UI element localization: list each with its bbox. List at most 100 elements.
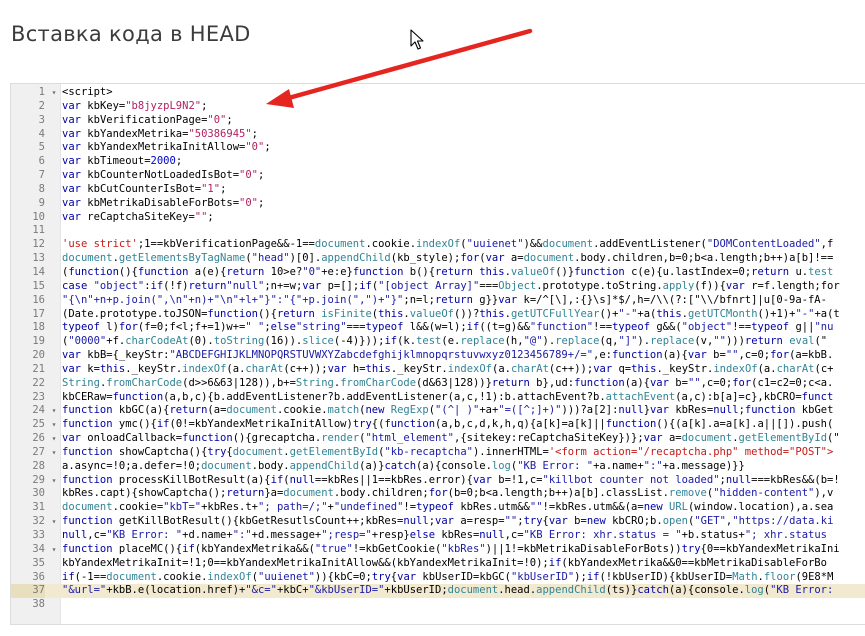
code-line[interactable]: 12 'use strict';1==kbVerificationPage&&-1… [11,238,865,252]
code-token: (kb_style); [390,252,461,265]
code-line[interactable]: 36 if(-1==document.cookie.indexOf("uuiene… [11,571,865,585]
code-line[interactable]: 28 a.async=!0;a.defer=!0;document.body.ap… [11,460,865,474]
code-token: return [226,265,271,278]
code-line[interactable]: 37 "&url="+kbB.e(location.href)+"&c="+kbC… [11,584,865,599]
code-token: (c++)); [548,362,594,375]
fold-triangle-icon[interactable]: ▾ [49,515,59,529]
code-editor[interactable]: 1 ▾ <script> 2 var kbKey="b8jyzpL9N2"; 3 var k… [10,83,865,625]
fold-triangle-icon[interactable]: ▾ [49,446,59,460]
code-token: (c1=c2=0;c<a. [751,376,834,389]
code-line[interactable]: 27 ▾ function showCaptcha(){try{document.g… [11,446,865,460]
fold-triangle-icon[interactable]: ▾ [49,432,59,446]
code-line[interactable]: 4 var kbYandexMetrika="50386945"; [11,128,865,142]
code-token: function [62,473,119,486]
code-token: var [725,279,752,292]
code-line[interactable]: 33 null,c="KB Error: "+d.name+":"+d.messa… [11,529,865,543]
code-line[interactable]: 22 String.fromCharCode(d>>6&63|128)),b+=S… [11,377,865,391]
code-token: (a. [226,362,246,375]
code-token: try [523,515,543,528]
code-text: var k=this._keyStr.indexOf(a.charAt(c++)… [62,363,833,377]
code-token: valueOf [409,307,455,320]
code-line[interactable]: 25 ▾ function ymc(){if(0!=kbYandexMetrikaI… [11,418,865,432]
code-token: (0). [188,335,214,348]
code-line[interactable]: 16 "{\n"+n+p.join(",\n"+n)+"\n"+l+"}":"{"… [11,294,865,308]
code-token: getUTCMonth [687,307,758,320]
code-token: kbMetrikaDisableForBots= [87,196,240,209]
code-line[interactable]: 7 var kbCounterNotLoadedIsBot="0"; [11,169,865,183]
code-token: +resp} [371,529,410,541]
code-text: ("0000"+f.charCodeAt(0).toString(16)).sl… [62,335,827,349]
code-token: slice [302,335,334,348]
code-line[interactable]: 23 kbCERaw=function(a,b,c){b.addEventList… [11,391,865,405]
line-number: 13 [32,252,45,265]
code-line[interactable]: 9 var kbMetrikaDisableForBots="0"; [11,197,865,211]
code-line[interactable]: 8 var kbCutCounterIsBot="1"; [11,183,865,197]
code-token: ()} [555,265,575,278]
code-token: "0" [302,265,322,278]
code-token: (a)} [359,459,385,472]
code-text: function ymc(){if(0!=kbYandexMetrikaInit… [62,418,833,432]
code-text: var onloadCallback=function(){grecaptcha… [62,432,840,446]
code-token: typeof [365,321,410,334]
code-token: (a,b,c,d,k,h,q){a[k]=a[k]|| [435,418,606,431]
code-token: )){kbC=0; [314,570,372,583]
code-line[interactable]: 38 [11,598,865,612]
code-line[interactable]: 11 [11,224,865,238]
code-token: (c++)); [283,362,328,375]
code-line[interactable]: 15 case "object":if(!f)return"null";n+=w;… [11,280,865,294]
code-token: kbKey= [87,99,126,112]
code-line[interactable]: 34 ▾ function placeMC(){if(kbYandexMetrika… [11,543,865,557]
code-token: ). [637,335,651,348]
code-token: indexOf [416,238,461,251]
fold-triangle-icon[interactable]: ▾ [49,543,59,557]
code-line[interactable]: 30 kbRes.capt){showCaptcha();return}a=doc… [11,487,865,501]
code-line[interactable]: 6 var kbTimeout=2000; [11,155,865,169]
line-number: 25 [32,418,45,431]
code-token: reCaptchaSiteKey= [87,210,195,223]
code-line[interactable]: 20 var kbB={_keyStr:"ABCDEFGHIJKLMNOPQRST… [11,349,865,363]
fold-triangle-icon[interactable]: ▾ [49,404,59,418]
code-token: (" [827,432,840,445]
code-token: ; [207,210,214,223]
code-token: (d>>6&63|128)),b+= [182,376,296,389]
code-token: .cookie= [112,501,164,514]
code-token: charAt [776,362,815,375]
code-line[interactable]: 19 ("0000"+f.charCodeAt(0).toString(16)).… [11,335,865,349]
code-text: (Date.prototype.toJSON=function(){return… [62,308,840,322]
code-line[interactable]: 17 (Date.prototype.toJSON=function(){retu… [11,308,865,322]
code-token: function [62,515,119,528]
fold-triangle-icon[interactable]: ▾ [49,418,59,432]
code-token: function [62,418,119,431]
code-line[interactable]: 13 document.getElementsByTagName("head")[… [11,252,865,266]
code-line[interactable]: 21 var k=this._keyStr.indexOf(a.charAt(c+… [11,363,865,377]
code-token: (f=0;f<l;f+=1)w+= [137,321,246,334]
code-line[interactable]: 35 kbYandexMetrikaInit=!1;0==kbYandexMetr… [11,557,865,571]
code-line[interactable]: 32 ▾ function getKillBotResult(){kbGetResu… [11,515,865,529]
code-token: "50386945" [188,127,252,140]
code-line[interactable]: 14 (function(){function a(e){return 10>e?… [11,266,865,280]
code-token: document [62,252,113,265]
page-title: Вставка кода в HEAD [11,22,251,46]
code-token: "{\n"+n+p.join(",\n"+n)+"\n"+l+"}":"{"+p… [62,293,404,306]
code-line[interactable]: 10 var reCaptchaSiteKey=""; [11,211,865,225]
code-line[interactable]: 31 document.cookie="kbT="+kbRes.t+"; path… [11,501,865,515]
code-token: var [62,349,88,362]
code-line[interactable]: 29 ▾ function processKillBotResult(a){if(n… [11,474,865,488]
code-line[interactable]: 24 ▾ function kbGC(a){return(a=document.co… [11,404,865,418]
code-token: "1" [201,182,221,195]
fold-triangle-icon[interactable]: ▾ [49,86,59,100]
code-text: document.getElementsByTagName("head")[0]… [62,252,833,266]
fold-triangle-icon[interactable]: ▾ [49,474,59,488]
code-line[interactable]: 26 ▾ var onloadCallback=function(){grecapt… [11,432,865,446]
code-token: (!kbUserID){kbUserID= [599,570,733,583]
code-token: document [681,432,733,445]
code-text: "{\n"+n+p.join(",\n"+n)+"\n"+l+"}":"{"+p… [62,294,827,308]
code-token: ; [257,196,265,209]
code-line[interactable]: 2 var kbKey="b8jyzpL9N2"; [11,100,865,114]
code-token: (d&63|128))} [416,376,492,389]
code-line[interactable]: 18 typeof l)for(f=0;f<l;f+=1)w+=" ";else"… [11,321,865,335]
code-line[interactable]: 1 ▾ <script> [11,86,865,100]
code-token: typeof [751,321,796,334]
code-line[interactable]: 3 var kbVerificationPage="0"; [11,114,865,128]
code-line[interactable]: 5 var kbYandexMetrikaInitAllow="0"; [11,141,865,155]
